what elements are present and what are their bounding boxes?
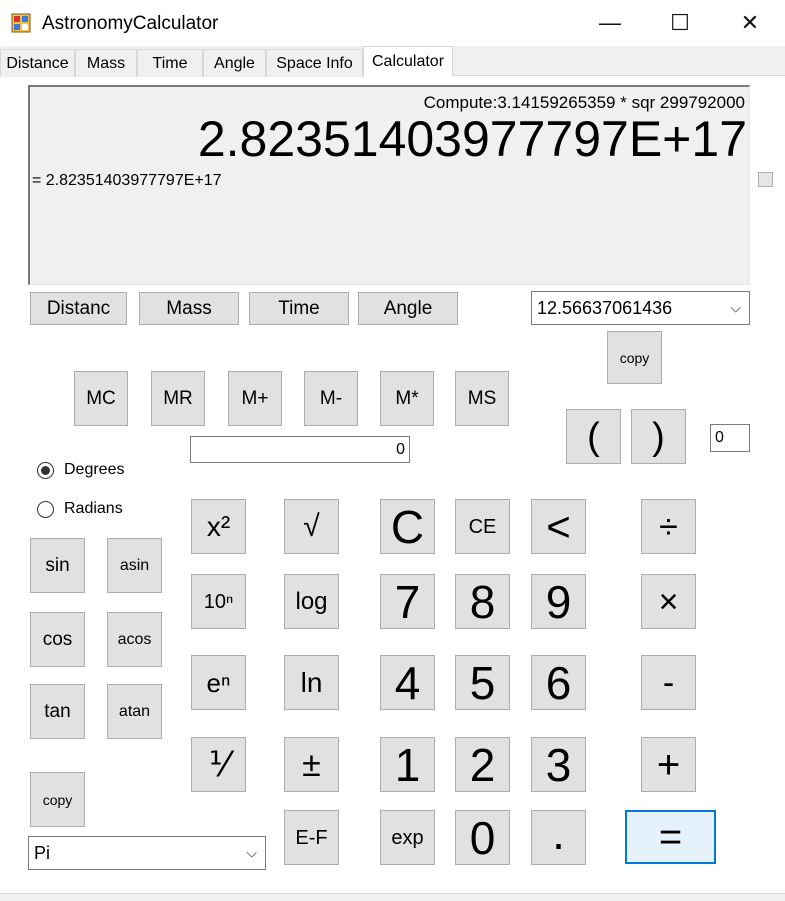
divide-button[interactable]: ÷	[641, 499, 696, 554]
backspace-button[interactable]: <	[531, 499, 586, 554]
clear-button[interactable]: C	[380, 499, 435, 554]
memory-clear-button[interactable]: MC	[74, 371, 128, 426]
square-root-button[interactable]: √	[284, 499, 339, 554]
subtract-button[interactable]: -	[641, 655, 696, 710]
radians-radio[interactable]: Radians	[37, 500, 123, 518]
time-unit-button[interactable]: Time	[249, 292, 349, 325]
digit-4-button[interactable]: 4	[380, 655, 435, 710]
app-icon	[11, 13, 31, 33]
result-line: = 2.82351403977797E+17	[32, 172, 222, 189]
digit-6-button[interactable]: 6	[531, 655, 586, 710]
status-strip	[0, 893, 785, 901]
digit-3-button[interactable]: 3	[531, 737, 586, 792]
add-button[interactable]: +	[641, 737, 696, 792]
tab-distance[interactable]: Distance	[0, 49, 75, 77]
chevron-down-icon: ⌵	[730, 299, 741, 316]
angle-unit-button[interactable]: Angle	[358, 292, 458, 325]
memory-recall-button[interactable]: MR	[151, 371, 205, 426]
tan-button[interactable]: tan	[30, 684, 85, 739]
digit-2-button[interactable]: 2	[455, 737, 510, 792]
power-of-ten-button[interactable]: 10ⁿ	[191, 574, 246, 629]
memory-subtract-button[interactable]: M-	[304, 371, 358, 426]
degrees-radio[interactable]: Degrees	[37, 461, 124, 479]
multiply-button[interactable]: ×	[641, 574, 696, 629]
ln-button[interactable]: ln	[284, 655, 339, 710]
memory-store-button[interactable]: MS	[455, 371, 509, 426]
e-power-button[interactable]: eⁿ	[191, 655, 246, 710]
atan-button[interactable]: atan	[107, 684, 162, 739]
copy-constant-button[interactable]: copy	[607, 331, 662, 384]
minimize-button[interactable]: —	[575, 0, 645, 46]
constant-select-value: Pi	[34, 842, 51, 863]
radians-label: Radians	[64, 500, 123, 517]
exp-button[interactable]: exp	[380, 810, 435, 865]
window-title: AstronomyCalculator	[42, 13, 219, 34]
maximize-button[interactable]: ☐	[645, 0, 715, 46]
side-checkbox[interactable]	[758, 172, 773, 187]
chevron-down-icon: ⌵	[246, 844, 257, 861]
close-button[interactable]: ✕	[715, 0, 785, 46]
degrees-label: Degrees	[64, 461, 125, 478]
constant-select[interactable]: Pi ⌵	[28, 836, 266, 870]
digit-1-button[interactable]: 1	[380, 737, 435, 792]
memory-value-field[interactable]: 0	[190, 436, 410, 463]
tab-mass[interactable]: Mass	[75, 49, 137, 77]
paren-count-field[interactable]: 0	[710, 424, 750, 452]
tab-calculator[interactable]: Calculator	[363, 46, 453, 77]
square-button[interactable]: x²	[191, 499, 246, 554]
sin-button[interactable]: sin	[30, 538, 85, 593]
e-f-toggle-button[interactable]: E-F	[284, 810, 339, 865]
tab-angle[interactable]: Angle	[203, 49, 266, 77]
display-value: 2.82351403977797E+17	[197, 111, 747, 167]
decimal-button[interactable]: .	[531, 810, 586, 865]
reciprocal-button[interactable]: ⅟	[191, 737, 246, 792]
acos-button[interactable]: acos	[107, 612, 162, 667]
constant-dropdown[interactable]: 12.56637061436 ⌵	[531, 291, 750, 325]
tab-space-info[interactable]: Space Info	[266, 49, 363, 77]
tab-time[interactable]: Time	[137, 49, 203, 77]
digit-5-button[interactable]: 5	[455, 655, 510, 710]
distance-unit-button[interactable]: Distanc	[30, 292, 127, 325]
clear-entry-button[interactable]: CE	[455, 499, 510, 554]
digit-8-button[interactable]: 8	[455, 574, 510, 629]
radio-unselected-icon	[37, 500, 54, 518]
constant-dropdown-value: 12.56637061436	[537, 297, 673, 318]
radio-selected-icon	[37, 461, 54, 479]
copy-constant-bottom-button[interactable]: copy	[30, 772, 85, 827]
digit-9-button[interactable]: 9	[531, 574, 586, 629]
memory-multiply-button[interactable]: M*	[380, 371, 434, 426]
digit-0-button[interactable]: 0	[455, 810, 510, 865]
log-button[interactable]: log	[284, 574, 339, 629]
cos-button[interactable]: cos	[30, 612, 85, 667]
close-paren-button[interactable]: )	[631, 409, 686, 464]
memory-add-button[interactable]: M+	[228, 371, 282, 426]
asin-button[interactable]: asin	[107, 538, 162, 593]
open-paren-button[interactable]: (	[566, 409, 621, 464]
negate-button[interactable]: ±	[284, 737, 339, 792]
equals-button[interactable]: =	[625, 810, 716, 864]
digit-7-button[interactable]: 7	[380, 574, 435, 629]
mass-unit-button[interactable]: Mass	[139, 292, 239, 325]
